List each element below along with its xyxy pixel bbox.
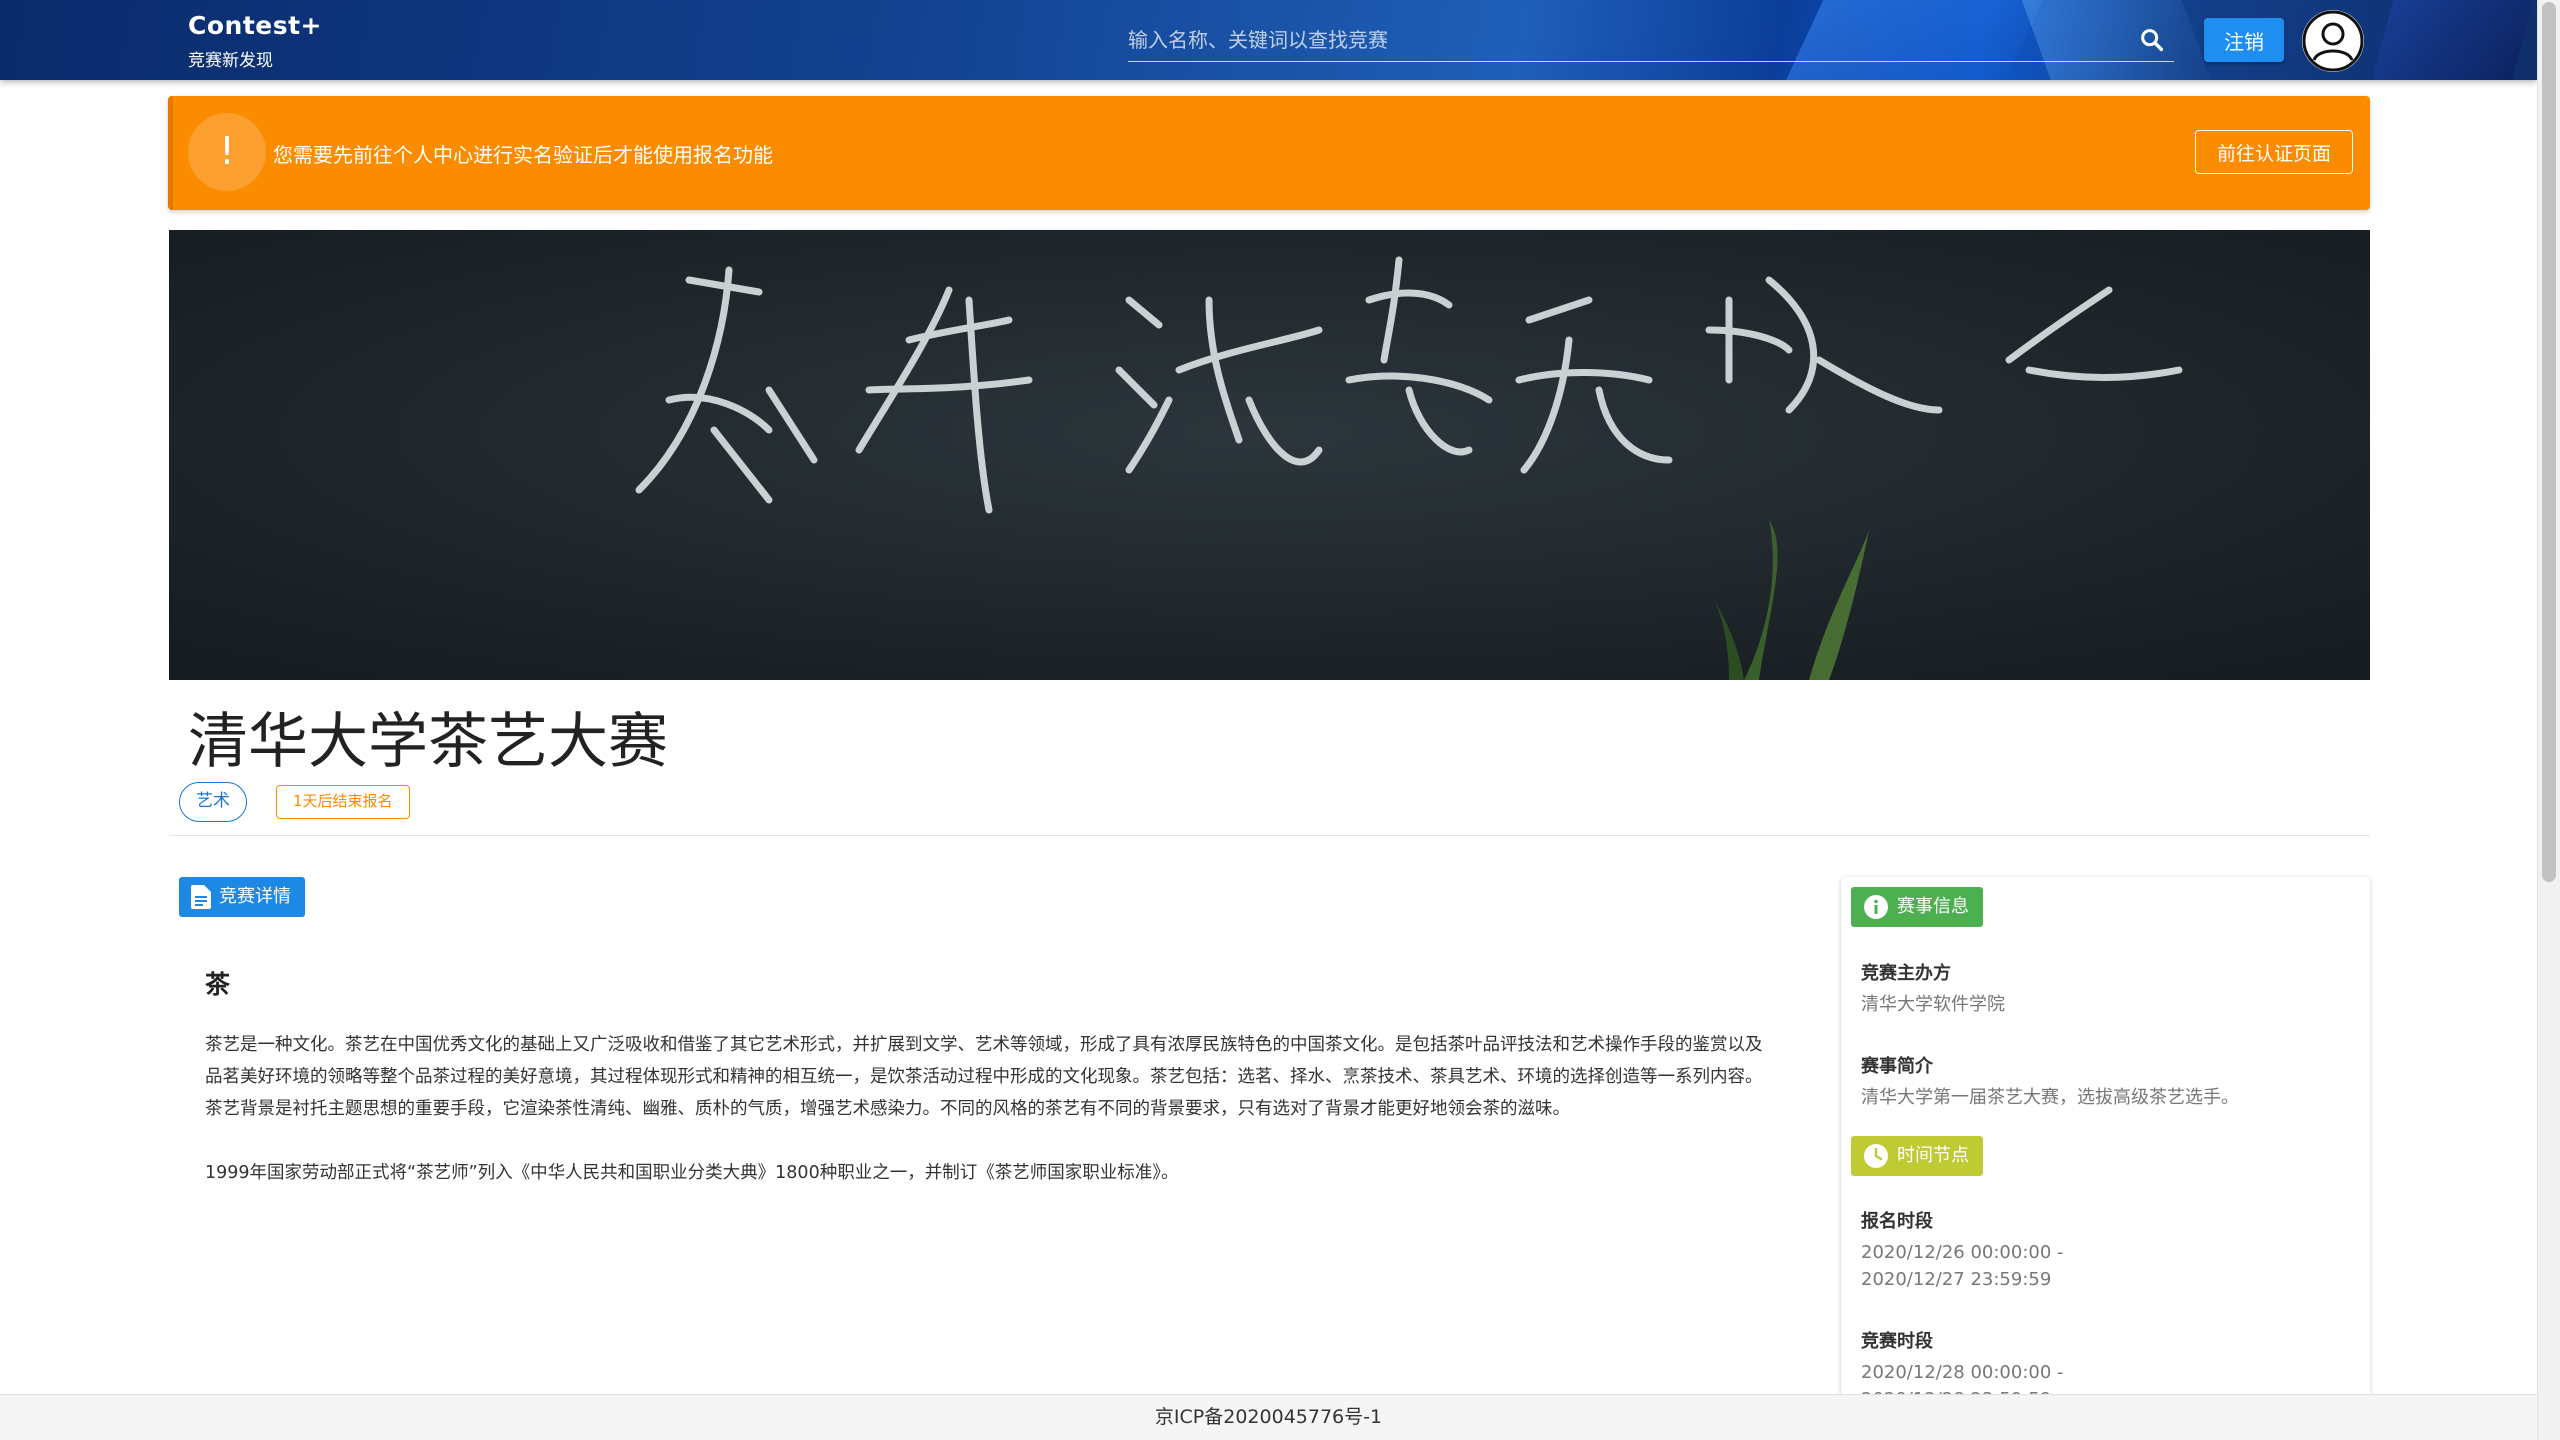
search-icon[interactable] <box>2138 26 2166 54</box>
intro-field: 赛事简介 清华大学第一届茶艺大赛，选拔高级茶艺选手。 <box>1861 1052 2239 1111</box>
scrollbar-thumb[interactable] <box>2542 2 2556 882</box>
details-tag: 竞赛详情 <box>179 877 305 917</box>
avatar[interactable] <box>2302 10 2364 72</box>
category-chip[interactable]: 艺术 <box>179 782 247 822</box>
registration-start: 2020/12/26 00:00:00 - <box>1861 1242 2064 1263</box>
article-paragraph-line: 茶艺背景是衬托主题思想的重要手段，它渲染茶性清纯、幽雅、质朴的气质，增强艺术感染… <box>205 1099 1570 1119</box>
contest-start: 2020/12/28 00:00:00 - <box>1861 1362 2064 1383</box>
verification-alert: ! 您需要先前往个人中心进行实名验证后才能使用报名功能 前往认证页面 <box>168 96 2370 210</box>
article-paragraph-line: 茶艺是一种文化。茶艺在中国优秀文化的基础上又广泛吸收和借鉴了其它艺术形式，并扩展… <box>205 1035 1763 1055</box>
info-tag-label: 赛事信息 <box>1897 896 1969 917</box>
intro-value: 清华大学第一届茶艺大赛，选拔高级茶艺选手。 <box>1861 1087 2239 1108</box>
intro-label: 赛事简介 <box>1861 1056 1933 1077</box>
contest-period-field: 竞赛时段 2020/12/28 00:00:00 - 2020/12/28 23… <box>1861 1327 2064 1397</box>
user-icon <box>2302 10 2364 72</box>
app-tagline: 竞赛新发现 <box>188 51 273 71</box>
article-heading: 茶 <box>205 970 231 999</box>
brand-logo[interactable]: Contest+ 竞赛新发现 <box>188 11 322 71</box>
registration-label: 报名时段 <box>1861 1211 1933 1232</box>
divider <box>169 835 2370 836</box>
contest-period-label: 竞赛时段 <box>1861 1331 1933 1352</box>
icp-license[interactable]: 京ICP备2020045776号-1 <box>1155 1406 1382 1428</box>
alert-message: 您需要先前往个人中心进行实名验证后才能使用报名功能 <box>273 143 773 167</box>
clock-icon <box>1864 1144 1888 1168</box>
article-paragraph-line: 品茗美好环境的领略等整个品茶过程的美好意境，其过程体现形式和精神的相互统一，是饮… <box>205 1067 1763 1087</box>
organizer-field: 竞赛主办方 清华大学软件学院 <box>1861 959 2005 1018</box>
document-icon <box>191 885 211 909</box>
deadline-badge: 1天后结束报名 <box>276 785 410 819</box>
footer: 京ICP备2020045776号-1 <box>0 1394 2537 1440</box>
registration-period-field: 报名时段 2020/12/26 00:00:00 - 2020/12/27 23… <box>1861 1207 2064 1293</box>
contest-details-article: 茶 茶艺是一种文化。茶艺在中国优秀文化的基础上又广泛吸收和借鉴了其它艺术形式，并… <box>205 965 1805 1189</box>
organizer-value: 清华大学软件学院 <box>1861 994 2005 1015</box>
verify-button[interactable]: 前往认证页面 <box>2195 130 2353 174</box>
search-bar <box>1128 20 2174 62</box>
app-bar: Contest+ 竞赛新发现 注销 <box>0 0 2537 80</box>
timeline-tag: 时间节点 <box>1851 1136 1983 1176</box>
registration-end: 2020/12/27 23:59:59 <box>1861 1269 2052 1290</box>
info-icon <box>1864 895 1888 919</box>
search-input[interactable] <box>1128 20 2128 60</box>
page-scrollbar[interactable] <box>2537 0 2560 1440</box>
organizer-label: 竞赛主办方 <box>1861 963 1951 984</box>
timeline-tag-label: 时间节点 <box>1897 1145 1969 1166</box>
info-tag: 赛事信息 <box>1851 887 1983 927</box>
header-decoration <box>2361 0 2537 80</box>
logout-button[interactable]: 注销 <box>2204 18 2284 62</box>
calligraphy-image <box>169 230 2370 680</box>
details-tag-label: 竞赛详情 <box>219 886 291 907</box>
alert-icon: ! <box>188 113 266 191</box>
contest-info-card: 赛事信息 竞赛主办方 清华大学软件学院 赛事简介 清华大学第一届茶艺大赛，选拔高… <box>1841 877 2370 1397</box>
app-name: Contest+ <box>188 11 323 40</box>
contest-title: 清华大学茶艺大赛 <box>188 707 668 777</box>
contest-banner-image <box>169 230 2370 680</box>
article-paragraph: 1999年国家劳动部正式将“茶艺师”列入《中华人民共和国职业分类大典》1800种… <box>205 1163 1179 1183</box>
